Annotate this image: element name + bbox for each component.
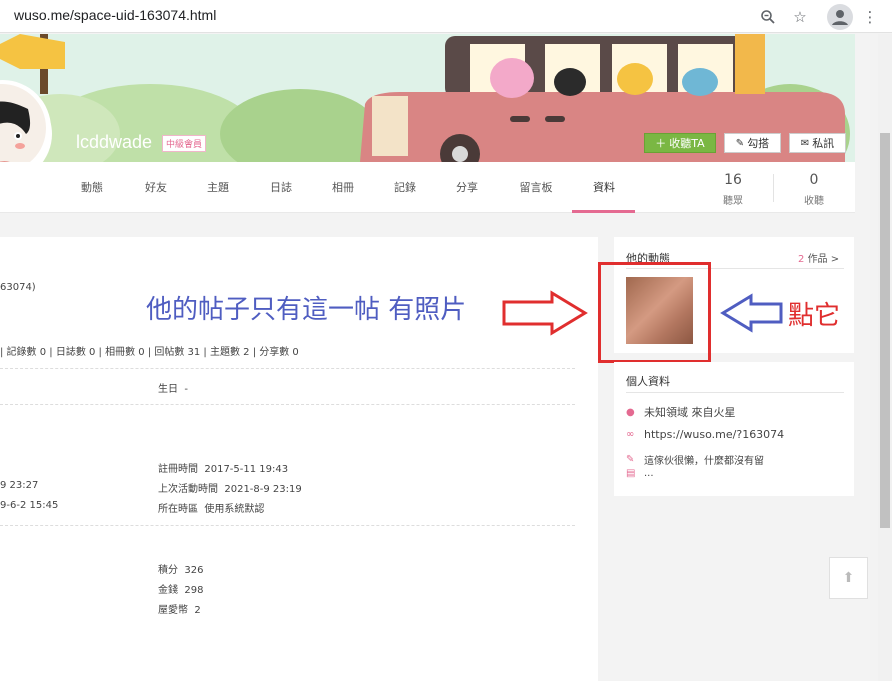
- username: lcddwade: [76, 132, 153, 152]
- works-label: 作品 >: [807, 254, 840, 265]
- birthday-value: -: [184, 384, 188, 395]
- points-value: 326: [184, 565, 204, 576]
- tab-records[interactable]: 記錄: [383, 179, 427, 195]
- highlight-box: [598, 262, 711, 363]
- money-label: 金錢: [158, 585, 178, 596]
- annotation-left-arrow: [720, 293, 783, 333]
- bio-text: 這傢伙很懶，什麼都沒有留: [644, 456, 764, 467]
- url-text[interactable]: wuso.me/space-uid-163074.html: [14, 7, 216, 23]
- works-link[interactable]: 2 作品 >: [798, 250, 839, 265]
- tab-threads[interactable]: 主題: [196, 179, 240, 195]
- greet-button[interactable]: ✎ 勾搭: [724, 133, 781, 153]
- money-row: 金錢 298: [158, 581, 203, 596]
- love-coin-value: 2: [194, 605, 201, 616]
- tab-album[interactable]: 相冊: [321, 179, 365, 195]
- location-text: 未知領域 來自火星: [644, 406, 736, 419]
- listeners-label: 聽眾: [723, 196, 743, 207]
- divider: [0, 368, 575, 369]
- message-label: 私訊: [812, 137, 835, 150]
- love-coin-label: 屋愛幣: [158, 605, 188, 616]
- birthday-row: 生日 -: [158, 380, 188, 395]
- last-active-row: 上次活動時間 2021-8-9 23:19: [158, 480, 302, 495]
- divider: [626, 392, 844, 393]
- register-row: 註冊時間 2017-5-11 19:43: [158, 460, 288, 475]
- back-to-top-button[interactable]: ⬆: [829, 557, 868, 599]
- up-arrow-icon: ⬆: [842, 570, 855, 586]
- browser-address-bar: wuso.me/space-uid-163074.html ☆ ⋮: [0, 0, 892, 33]
- personal-info-panel: 個人資料 ● 未知領域 來自火星 ∞ https://wuso.me/?163074…: [614, 362, 854, 496]
- last-active-value: 2021-8-9 23:19: [224, 484, 302, 495]
- menu-icon[interactable]: ⋮: [860, 4, 880, 30]
- following-count[interactable]: 0: [794, 172, 834, 188]
- profile-link[interactable]: https://wuso.me/?163074: [644, 428, 784, 441]
- follow-button[interactable]: ＋收聽TA: [644, 133, 716, 153]
- tab-share[interactable]: 分享: [445, 179, 489, 195]
- tab-friends[interactable]: 好友: [134, 179, 178, 195]
- timezone-value: 使用系統默認: [204, 504, 265, 515]
- note-icon: ▤: [626, 468, 636, 479]
- timezone-row: 所在時區 使用系統默認: [158, 500, 264, 515]
- points-row: 積分 326: [158, 561, 203, 576]
- stat-divider: [773, 174, 774, 202]
- tab-feed[interactable]: 動態: [70, 179, 114, 195]
- tab-profile[interactable]: 資料: [582, 179, 626, 195]
- profile-nav: 動態 好友 主題 日誌 相冊 記錄 分享 留言板 資料 16 聽眾 0 收聽: [0, 162, 855, 213]
- pencil-icon: ✎: [626, 454, 635, 465]
- profile-banner: lcddwade 中級會員 ＋收聽TA ✎ 勾搭 ✉ 私訊: [0, 34, 855, 162]
- divider: [0, 404, 575, 405]
- greet-label: 勾搭: [747, 137, 770, 150]
- left-time-2: 9-6-2 15:45: [0, 500, 59, 511]
- listeners-count[interactable]: 16: [713, 172, 753, 188]
- active-tab-underline: [572, 210, 635, 213]
- profile-icon[interactable]: [827, 4, 853, 30]
- link-icon: ∞: [626, 429, 635, 440]
- tab-blog[interactable]: 日誌: [259, 179, 303, 195]
- tab-guestbook[interactable]: 留言板: [514, 179, 558, 195]
- money-value: 298: [184, 585, 204, 596]
- birthday-label: 生日: [158, 384, 178, 395]
- avatar-image: [0, 84, 46, 172]
- member-badge: 中級會員: [162, 135, 207, 152]
- more-text: ...: [644, 468, 654, 479]
- more-row: ▤...: [626, 468, 654, 479]
- personal-info-title: 個人資料: [626, 375, 670, 388]
- register-value: 2017-5-11 19:43: [204, 464, 289, 475]
- annotation-right-arrow: [502, 290, 588, 336]
- works-count: 2: [798, 254, 805, 265]
- follow-label: 收聽TA: [669, 137, 705, 150]
- pen-icon: ✎: [735, 137, 745, 149]
- mail-icon: ✉: [800, 137, 810, 149]
- love-coin-row: 屋愛幣 2: [158, 601, 201, 616]
- message-button[interactable]: ✉ 私訊: [789, 133, 846, 153]
- activity-counts: | 記錄數 0 | 日誌數 0 | 相冊數 0 | 回帖數 31 | 主題數 2…: [0, 347, 299, 358]
- link-row: ∞ https://wuso.me/?163074: [626, 428, 784, 441]
- points-label: 積分: [158, 565, 178, 576]
- last-active-label: 上次活動時間: [158, 484, 218, 495]
- zoom-icon[interactable]: [755, 4, 781, 30]
- bio-row: ✎ 這傢伙很懶，什麼都沒有留: [626, 452, 764, 467]
- left-time-1: 9 23:27: [0, 480, 39, 491]
- location-pin-icon: ●: [626, 406, 635, 418]
- scrollbar-thumb[interactable]: [880, 133, 890, 528]
- register-label: 註冊時間: [158, 464, 198, 475]
- plus-icon: ＋: [655, 137, 667, 150]
- uid-fragment: 63074): [0, 282, 36, 293]
- divider: [0, 525, 575, 526]
- location-row: ● 未知領域 來自火星: [626, 404, 736, 420]
- timezone-label: 所在時區: [158, 504, 198, 515]
- click-it-annotation: 點它: [788, 301, 841, 331]
- star-icon[interactable]: ☆: [787, 4, 813, 30]
- following-label: 收聽: [804, 196, 824, 207]
- annotation-text: 他的帖子只有這一帖 有照片: [146, 295, 467, 325]
